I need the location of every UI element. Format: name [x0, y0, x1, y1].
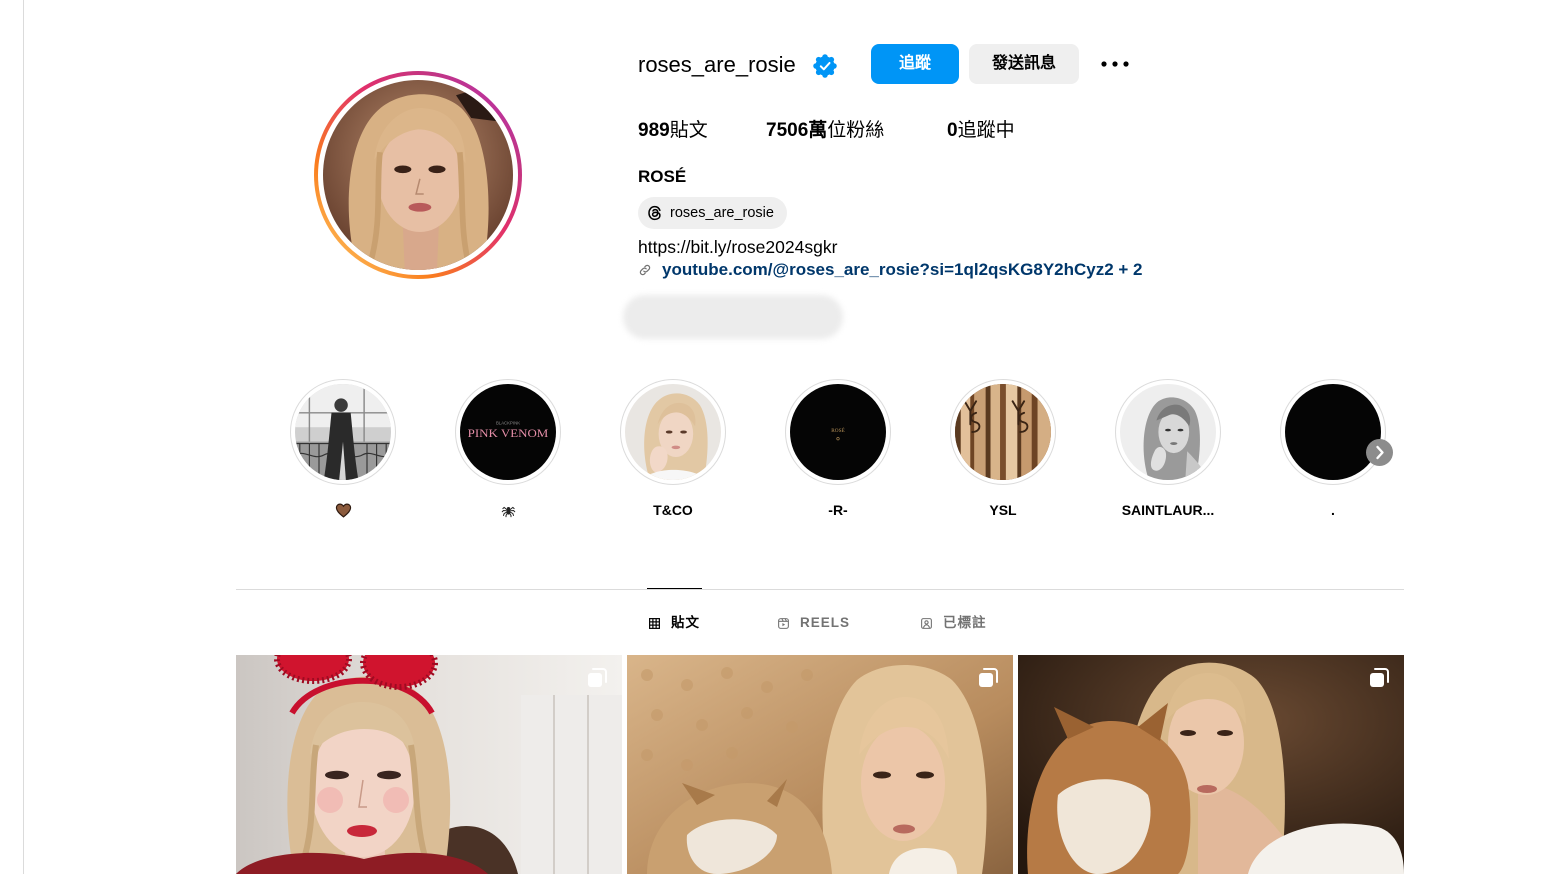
highlight-cover-title: ROSÉ — [831, 426, 844, 434]
stat-following-label: 追蹤中 — [957, 120, 1015, 141]
blurred-region — [623, 295, 843, 339]
highlight-cover-small-text: BLACKPINK — [496, 420, 520, 425]
highlight-item[interactable] — [278, 379, 408, 519]
highlight-item[interactable]: ROSÉ -R- — [773, 379, 903, 519]
tab-posts[interactable]: 貼文 — [648, 614, 710, 632]
active-tab-indicator — [647, 588, 702, 589]
highlight-label: SAINTLAUR... — [1121, 502, 1215, 518]
multiple-photos-icon — [976, 666, 1000, 690]
threads-badge[interactable]: roses_are_rosie — [638, 197, 787, 229]
highlight-cover[interactable] — [290, 379, 396, 485]
highlight-item[interactable]: YSL — [938, 379, 1068, 519]
highlight-item[interactable]: T&CO — [608, 379, 738, 519]
verified-badge-icon — [813, 54, 837, 78]
post-thumbnail[interactable] — [1018, 655, 1404, 874]
more-options-icon[interactable] — [1099, 54, 1131, 74]
highlight-image — [955, 384, 1051, 480]
post-thumbnail[interactable] — [236, 655, 622, 874]
highlight-label: . — [1331, 502, 1335, 518]
multiple-photos-icon — [585, 666, 609, 690]
post-thumbnail[interactable] — [627, 655, 1013, 874]
tab-posts-label: 貼文 — [671, 615, 700, 630]
stat-followers-label: 位粉絲 — [827, 120, 885, 141]
highlight-cover[interactable] — [620, 379, 726, 485]
follow-button[interactable]: 追蹤 — [871, 44, 959, 84]
chevron-right-icon[interactable] — [1366, 439, 1393, 466]
post-image — [1018, 655, 1404, 874]
reels-icon — [777, 617, 790, 630]
bio-link-text: https://bit.ly/rose2024sgkr — [638, 237, 838, 257]
highlight-image — [295, 384, 391, 480]
highlight-cover[interactable] — [1280, 379, 1386, 485]
threads-handle: roses_are_rosie — [670, 205, 774, 221]
avatar — [323, 80, 513, 270]
external-link-text[interactable]: youtube.com/@roses_are_rosie?si=1ql2qsKG… — [662, 259, 1143, 281]
multiple-photos-icon — [1367, 666, 1391, 690]
brown-heart-icon — [335, 503, 351, 518]
tabs-divider — [236, 589, 1404, 590]
highlight-label — [278, 501, 408, 519]
tab-tagged[interactable]: 已標註 — [920, 614, 996, 632]
threads-icon — [646, 204, 664, 222]
stat-posts-value: 989 — [638, 120, 670, 141]
highlight-image: ROSÉ — [790, 384, 886, 480]
highlight-item[interactable]: SAINTLAUR... — [1103, 379, 1233, 519]
send-message-button[interactable]: 發送訊息 — [969, 44, 1079, 84]
stat-posts: 989貼文 — [638, 119, 708, 143]
external-link[interactable]: youtube.com/@roses_are_rosie?si=1ql2qsKG… — [638, 259, 1168, 281]
highlight-label: T&CO — [653, 502, 693, 518]
profile-avatar-story-ring[interactable] — [314, 71, 522, 279]
post-image — [627, 655, 1013, 874]
tab-reels-label: REELS — [800, 615, 851, 630]
highlight-image — [1120, 384, 1216, 480]
highlight-cover[interactable]: BLACKPINK PINK VENOM — [455, 379, 561, 485]
spider-icon — [501, 506, 515, 518]
tab-tagged-label: 已標註 — [943, 615, 987, 630]
highlight-image — [625, 384, 721, 480]
highlight-label — [443, 501, 573, 519]
stat-following-value: 0 — [947, 120, 958, 141]
highlight-cover[interactable] — [1115, 379, 1221, 485]
highlight-item[interactable]: BLACKPINK PINK VENOM — [443, 379, 573, 519]
highlight-label: -R- — [828, 502, 848, 518]
post-image — [236, 655, 622, 874]
stat-following[interactable]: 0追蹤中 — [947, 119, 1015, 143]
avatar-gap — [318, 75, 518, 275]
link-icon — [638, 263, 652, 277]
stat-followers-value: 7506萬 — [766, 120, 828, 141]
sidebar-edge — [23, 0, 24, 874]
highlight-image: BLACKPINK PINK VENOM — [460, 384, 556, 480]
profile-display-name: ROSÉ — [638, 167, 687, 186]
tagged-icon — [920, 617, 933, 630]
highlight-cover[interactable]: ROSÉ — [785, 379, 891, 485]
stat-posts-label: 貼文 — [669, 120, 708, 141]
stat-followers[interactable]: 7506萬位粉絲 — [766, 119, 884, 143]
tab-reels[interactable]: REELS — [777, 614, 853, 632]
highlight-cover[interactable] — [950, 379, 1056, 485]
profile-username: roses_are_rosie — [638, 52, 796, 77]
highlight-label: YSL — [989, 502, 1017, 518]
highlight-cover-title: PINK VENOM — [468, 426, 549, 440]
grid-icon — [648, 617, 661, 630]
